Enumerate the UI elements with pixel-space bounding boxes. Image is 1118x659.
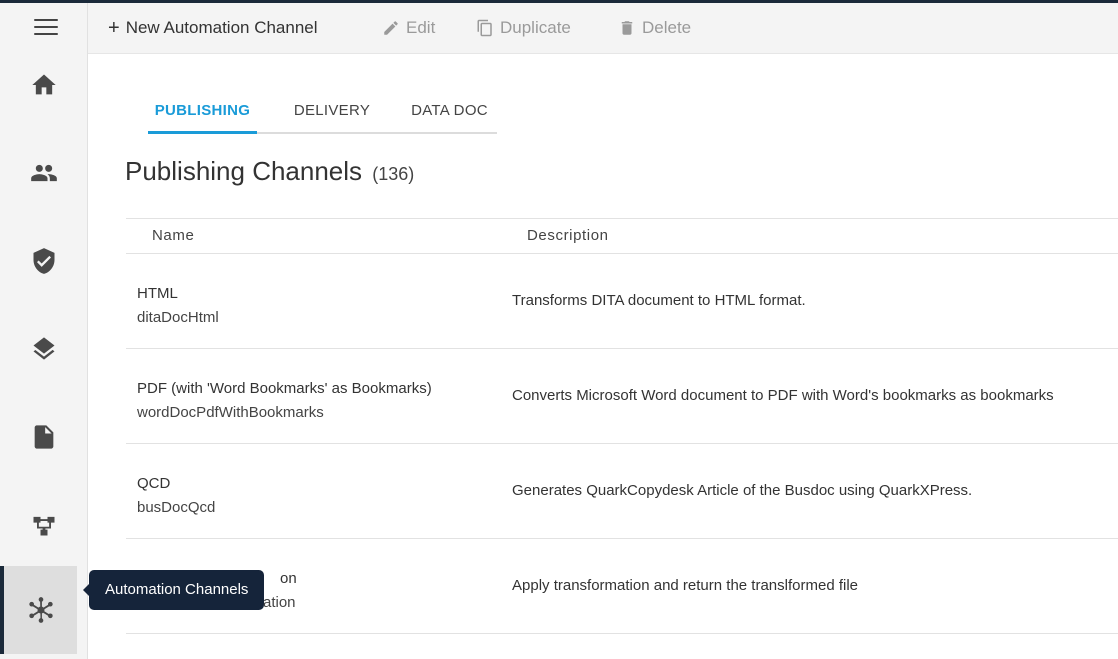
new-automation-channel-label: New Automation Channel [125,18,318,37]
toolbar: + New Automation Channel Edit Duplicate … [88,3,1118,54]
sidebar-item-users[interactable] [0,129,87,217]
sidebar-item-automation-channels[interactable] [0,566,77,654]
workflow-icon [33,516,54,536]
tab-delivery[interactable]: DELIVERY [285,90,379,132]
people-icon [30,164,57,182]
duplicate-button[interactable]: Duplicate [476,3,571,53]
channels-table: Name Description HTML ditaDocHtml Transf… [126,218,1118,634]
table-row[interactable]: on ation Apply transformation and return… [126,539,1118,634]
row-id: busDocQcd [137,499,216,516]
row-title: HTML [137,285,178,302]
duplicate-label: Duplicate [500,18,571,37]
pencil-icon [384,21,398,35]
column-header-name[interactable]: Name [152,219,194,253]
trash-icon [621,21,633,35]
sidebar [0,3,88,659]
sidebar-item-home[interactable] [0,41,87,129]
sidebar-item-security[interactable] [0,217,87,305]
hamburger-menu-icon[interactable] [34,19,58,37]
delete-button[interactable]: Delete [618,3,691,53]
sidebar-item-layers[interactable] [0,305,87,393]
sidebar-item-documents[interactable] [0,393,87,481]
edit-label: Edit [406,18,436,37]
row-description: Apply transformation and return the tran… [512,577,859,594]
row-title: on [280,570,297,587]
row-description: Converts Microsoft Word document to PDF … [512,387,1054,404]
table-row[interactable]: PDF (with 'Word Bookmarks' as Bookmarks)… [126,349,1118,444]
channel-tabs: PUBLISHING DELIVERY DATA DOC [148,90,497,134]
hub-icon [28,597,53,623]
row-title: PDF (with 'Word Bookmarks' as Bookmarks) [137,380,432,397]
document-icon [34,425,53,449]
layers-icon [33,337,54,360]
page-title-text: Publishing Channels [125,156,363,186]
shield-check-icon [33,248,54,274]
row-id: wordDocPdfWithBookmarks [137,404,324,421]
plus-icon: + [108,16,120,39]
page-title: Publishing Channels (136) [125,156,414,187]
row-id: ation [263,594,296,611]
delete-label: Delete [642,18,692,37]
table-row[interactable]: QCD busDocQcd Generates QuarkCopydesk Ar… [126,444,1118,539]
table-row[interactable]: HTML ditaDocHtml Transforms DITA documen… [126,254,1118,349]
table-header: Name Description [126,218,1118,254]
tab-publishing[interactable]: PUBLISHING [148,90,257,134]
copy-icon [477,19,492,37]
new-automation-channel-button[interactable]: + New Automation Channel [108,3,318,53]
edit-button[interactable]: Edit [382,3,435,53]
tab-data-doc[interactable]: DATA DOC [402,90,497,132]
channel-count: (136) [372,164,415,184]
column-header-description[interactable]: Description [527,219,609,253]
home-icon [31,74,56,95]
row-description: Transforms DITA document to HTML format. [512,292,806,309]
sidebar-item-workflow[interactable] [0,481,87,569]
row-description: Generates QuarkCopydesk Article of the B… [512,482,973,499]
row-title: QCD [137,475,171,492]
row-id: ditaDocHtml [137,309,219,326]
